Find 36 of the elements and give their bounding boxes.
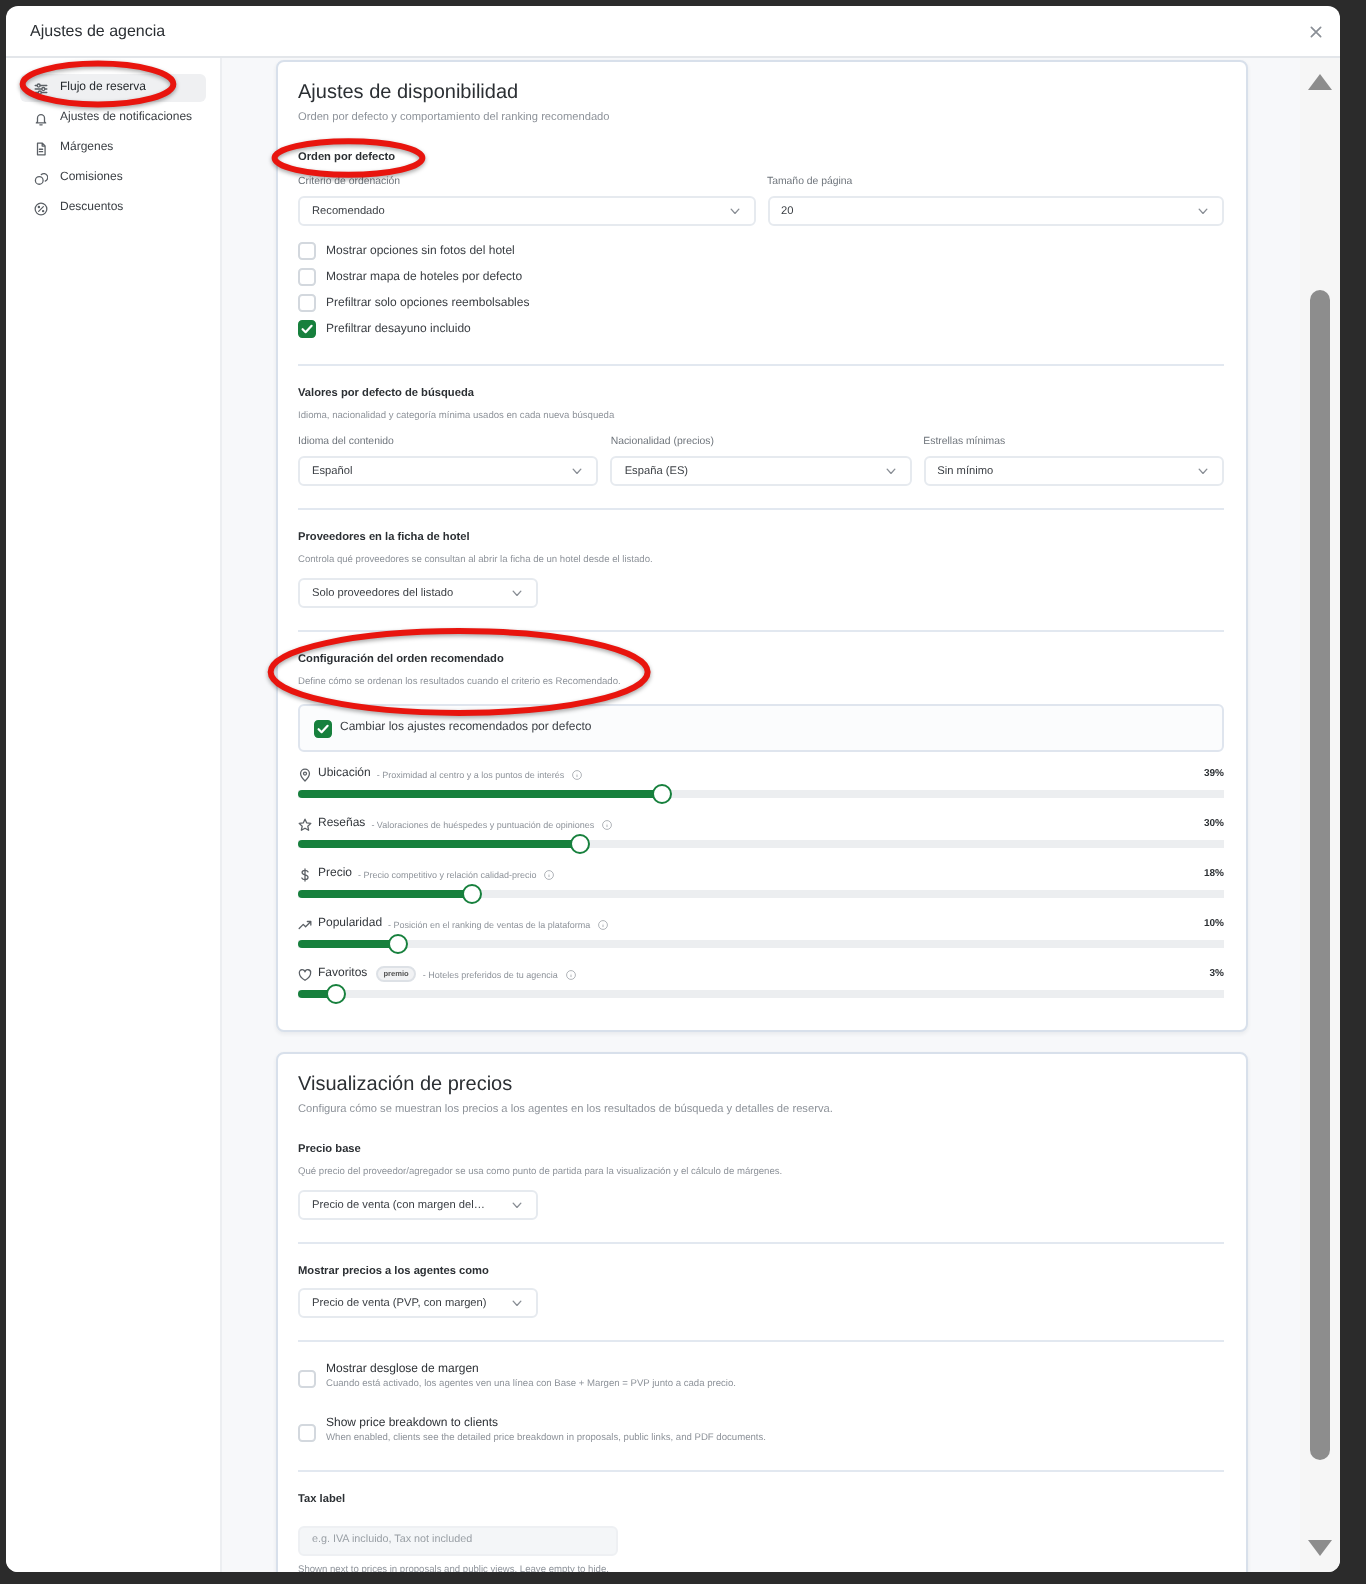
- chevron-down-icon: [1198, 207, 1208, 215]
- info-icon[interactable]: [544, 869, 555, 879]
- slider-handle[interactable]: [569, 834, 590, 854]
- slider-handle[interactable]: [325, 984, 346, 1004]
- map-pin-icon: [298, 767, 312, 781]
- chevron-down-icon: [729, 207, 739, 215]
- scrollbar-thumb[interactable]: [1310, 290, 1330, 1460]
- slider-handle[interactable]: [461, 884, 482, 904]
- info-icon[interactable]: [565, 969, 576, 979]
- info-icon[interactable]: [602, 819, 613, 829]
- slider-handle[interactable]: [651, 784, 672, 804]
- chevron-down-icon: [885, 467, 896, 475]
- dollar-icon: [298, 867, 312, 881]
- window-title: Ajustes de agencia: [30, 22, 166, 40]
- star-icon: [298, 817, 312, 831]
- checkbox[interactable]: [314, 719, 332, 737]
- close-icon: [1309, 25, 1321, 37]
- chevron-down-icon: [572, 467, 583, 475]
- scroll-up-icon[interactable]: [1308, 74, 1332, 90]
- card-title: Ajustes de disponibilidad: [298, 80, 521, 108]
- scroll-down-icon[interactable]: [1308, 1540, 1332, 1556]
- info-icon[interactable]: [598, 919, 609, 929]
- card-title: Visualización de precios: [298, 1072, 515, 1100]
- coins-icon: [34, 171, 48, 185]
- chevron-down-icon: [512, 589, 522, 597]
- bell-icon: [34, 111, 48, 125]
- info-icon[interactable]: [572, 769, 583, 779]
- trend-up-icon: [298, 917, 312, 931]
- sliders-icon: [34, 81, 48, 95]
- slider-handle[interactable]: [388, 934, 409, 954]
- close-button[interactable]: [1308, 24, 1322, 38]
- heart-icon: [298, 967, 312, 981]
- percent-icon: [34, 201, 48, 215]
- document-icon: [34, 141, 48, 155]
- chevron-down-icon: [1197, 467, 1208, 475]
- checkbox[interactable]: [298, 320, 316, 338]
